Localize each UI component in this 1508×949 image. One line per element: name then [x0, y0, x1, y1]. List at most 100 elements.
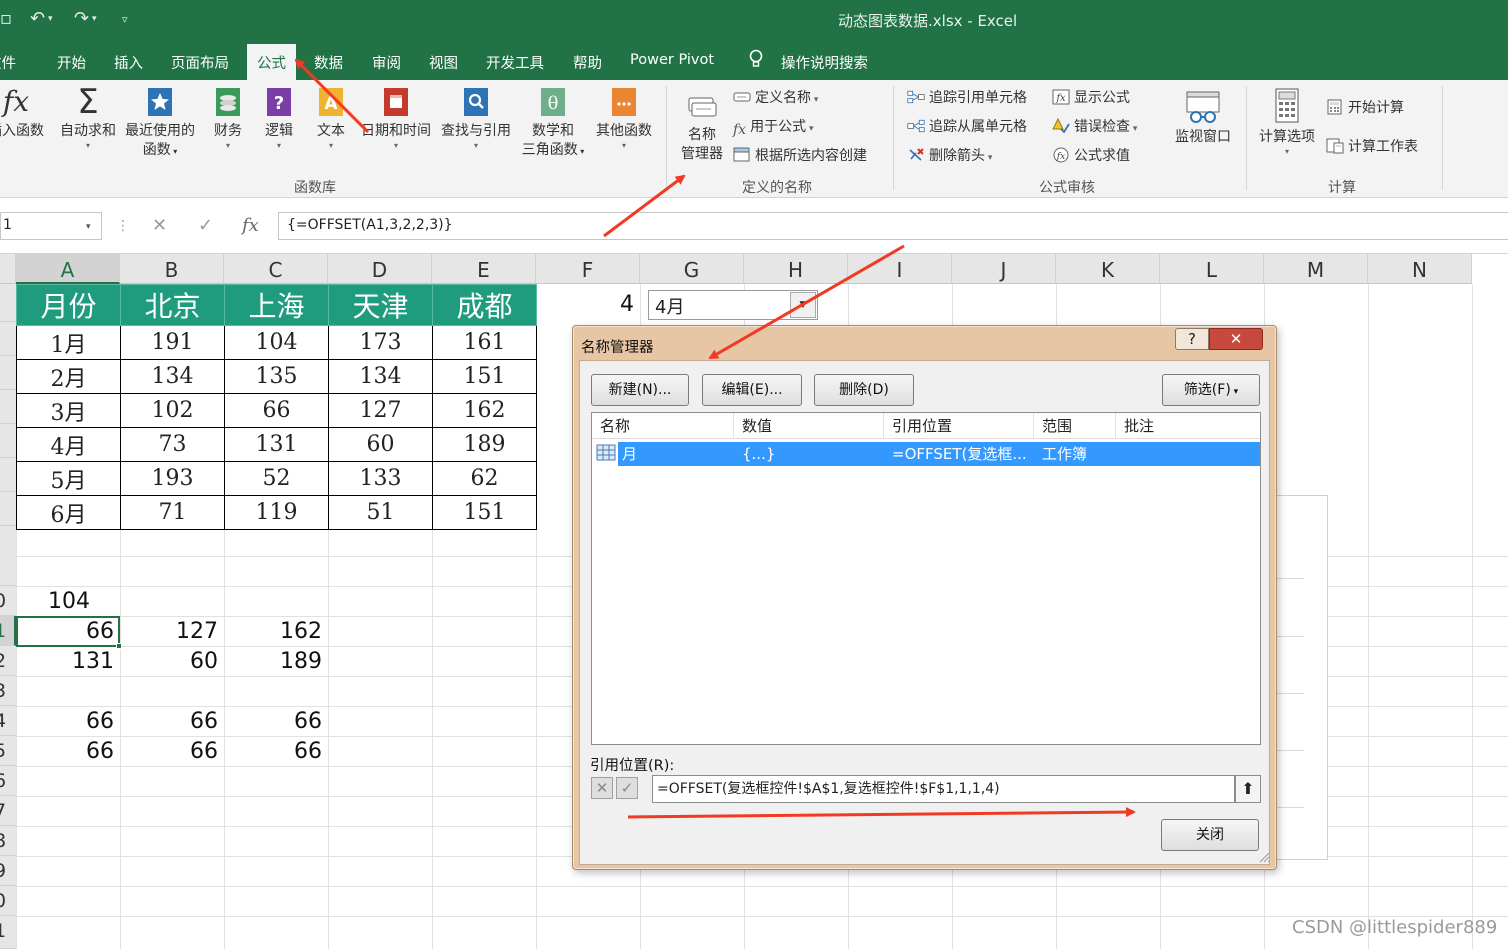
row-header[interactable]: 4 — [0, 706, 16, 736]
table-cell[interactable]: 127 — [328, 393, 433, 428]
remove-arrows-button[interactable]: 删除箭头 ▾ — [907, 144, 992, 168]
tab-power-pivot[interactable]: Power Pivot — [630, 52, 714, 68]
list-item[interactable]: 月 {...} =OFFSET(复选框... 工作簿 — [618, 442, 1260, 466]
column-header-i[interactable]: I — [848, 254, 952, 284]
column-header-d[interactable]: D — [328, 254, 432, 284]
refers-to-input[interactable]: =OFFSET(复选框控件!$A$1,复选框控件!$F$1,1,1,4) — [652, 775, 1235, 803]
table-header-cell[interactable]: 月份 — [16, 284, 121, 326]
table-cell[interactable]: 1月 — [16, 325, 121, 360]
column-header-j[interactable]: J — [952, 254, 1056, 284]
table-cell[interactable]: 151 — [432, 495, 537, 530]
filter-button[interactable]: 筛选(F) ▾ — [1162, 374, 1260, 406]
trace-dependents-button[interactable]: 追踪从属单元格 — [907, 115, 1027, 139]
recently-used-button[interactable]: 最近使用的 函数 ▾ — [122, 86, 198, 161]
column-header-b[interactable]: B — [120, 254, 224, 284]
show-formulas-button[interactable]: fx 显示公式 — [1052, 86, 1130, 110]
table-cell[interactable]: 189 — [432, 427, 537, 462]
tell-me-search[interactable]: 操作说明搜索 — [781, 52, 868, 73]
chevron-down-icon[interactable]: ▼ — [790, 292, 816, 318]
cell-c11[interactable]: 162 — [224, 617, 328, 647]
confirm-entry-icon[interactable]: ✓ — [198, 215, 213, 236]
column-header-m[interactable]: M — [1264, 254, 1368, 284]
column-header-a[interactable]: A — [16, 254, 120, 284]
cell-a10[interactable]: 104 — [16, 587, 120, 617]
tab-insert[interactable]: 插入 — [114, 52, 143, 73]
define-name-button[interactable]: 定义名称 ▾ — [733, 86, 818, 110]
table-cell[interactable]: 60 — [328, 427, 433, 462]
column-header-f[interactable]: F — [536, 254, 640, 284]
table-cell[interactable]: 73 — [120, 427, 225, 462]
close-x-button[interactable]: ✕ — [1209, 328, 1263, 350]
resize-grip-icon[interactable] — [1258, 851, 1270, 863]
lookup-reference-button[interactable]: 查找与引用 ▾ — [438, 86, 514, 151]
tab-developer[interactable]: 开发工具 — [486, 52, 544, 73]
table-cell[interactable]: 134 — [120, 359, 225, 394]
row-header[interactable] — [0, 390, 16, 424]
date-time-button[interactable]: 日期和时间 ▾ — [358, 86, 434, 151]
table-cell[interactable]: 66 — [224, 393, 329, 428]
row-header[interactable] — [0, 458, 16, 492]
cell-a12[interactable]: 131 — [16, 647, 120, 677]
watch-window-button[interactable]: 监视窗口 — [1170, 90, 1236, 147]
name-manager-button[interactable]: 名称 管理器 — [676, 94, 728, 164]
save-icon[interactable]: ▫ — [0, 8, 12, 29]
cell-c14[interactable]: 66 — [224, 707, 328, 737]
table-cell[interactable]: 173 — [328, 325, 433, 360]
row-header[interactable] — [0, 322, 16, 356]
table-cell[interactable]: 3月 — [16, 393, 121, 428]
cell-b15[interactable]: 66 — [120, 737, 224, 767]
cell-a15[interactable]: 66 — [16, 737, 120, 767]
column-header-l[interactable]: L — [1160, 254, 1264, 284]
fill-handle[interactable] — [116, 643, 122, 649]
table-cell[interactable]: 191 — [120, 325, 225, 360]
use-in-formula-button[interactable]: fx 用于公式 ▾ — [733, 115, 813, 139]
more-options-icon[interactable]: ⋮ — [116, 218, 130, 234]
cancel-edit-icon[interactable]: ✕ — [591, 777, 613, 799]
redo-icon[interactable]: ↷ — [74, 8, 89, 29]
cell-c15[interactable]: 66 — [224, 737, 328, 767]
tab-review[interactable]: 审阅 — [372, 52, 401, 73]
calculation-options-button[interactable]: 计算选项 ▾ — [1254, 88, 1320, 157]
calculate-now-button[interactable]: 开始计算 — [1326, 96, 1404, 120]
collapse-dialog-icon[interactable]: ⬆ — [1235, 775, 1261, 803]
column-header-comment[interactable]: 批注 — [1116, 413, 1260, 439]
table-cell[interactable]: 119 — [224, 495, 329, 530]
month-combo-box[interactable]: 4月 ▼ — [648, 290, 818, 320]
redo-dropdown-icon[interactable]: ▾ — [92, 14, 97, 24]
cell-b12[interactable]: 60 — [120, 647, 224, 677]
table-header-cell[interactable]: 北京 — [120, 284, 225, 326]
column-header-scope[interactable]: 范围 — [1034, 413, 1116, 439]
cell-c12[interactable]: 189 — [224, 647, 328, 677]
undo-dropdown-icon[interactable]: ▾ — [48, 14, 53, 24]
tab-help[interactable]: 帮助 — [573, 52, 602, 73]
insert-function-button[interactable]: fx 插入函数 — [0, 86, 46, 141]
tab-page-layout[interactable]: 页面布局 — [171, 52, 229, 73]
text-button[interactable]: A 文本 ▾ — [311, 86, 351, 151]
row-header[interactable]: 3 — [0, 676, 16, 706]
tab-formulas[interactable]: 公式 — [247, 44, 296, 80]
evaluate-formula-button[interactable]: fx 公式求值 — [1052, 144, 1130, 168]
table-cell[interactable]: 151 — [432, 359, 537, 394]
row-header[interactable] — [0, 424, 16, 458]
cell-b11[interactable]: 127 — [120, 617, 224, 647]
table-cell[interactable]: 5月 — [16, 461, 121, 496]
table-cell[interactable]: 51 — [328, 495, 433, 530]
table-cell[interactable]: 102 — [120, 393, 225, 428]
tab-view[interactable]: 视图 — [429, 52, 458, 73]
chevron-down-icon[interactable]: ▾ — [86, 222, 91, 232]
logical-button[interactable]: ? 逻辑 ▾ — [259, 86, 299, 151]
row-header[interactable]: 6 — [0, 766, 16, 796]
table-cell[interactable]: 62 — [432, 461, 537, 496]
undo-icon[interactable]: ↶ — [30, 8, 45, 29]
table-header-cell[interactable]: 天津 — [328, 284, 433, 326]
create-from-selection-button[interactable]: 根据所选内容创建 — [733, 144, 867, 168]
table-header-cell[interactable]: 上海 — [224, 284, 329, 326]
table-cell[interactable]: 4月 — [16, 427, 121, 462]
table-cell[interactable]: 6月 — [16, 495, 121, 530]
edit-name-button[interactable]: 编辑(E)... — [702, 374, 802, 406]
column-header-c[interactable]: C — [224, 254, 328, 284]
cell-b14[interactable]: 66 — [120, 707, 224, 737]
help-button[interactable]: ? — [1175, 328, 1209, 350]
row-header[interactable]: 0 — [0, 886, 16, 916]
table-cell[interactable]: 104 — [224, 325, 329, 360]
